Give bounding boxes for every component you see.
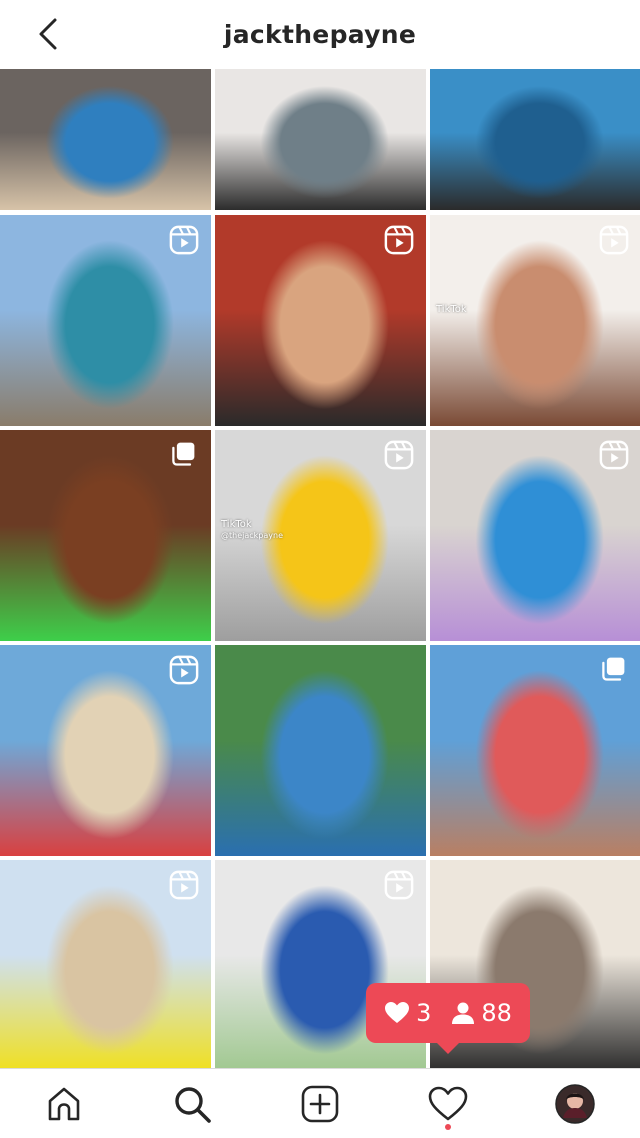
- chevron-left-icon: [39, 18, 57, 50]
- post-thumbnail[interactable]: [0, 430, 211, 641]
- reel-icon: [384, 225, 416, 257]
- bottom-tab-bar: [0, 1068, 640, 1138]
- post-thumbnail[interactable]: TikTok: [430, 215, 640, 426]
- post-image: [430, 69, 640, 210]
- tab-home[interactable]: [42, 1082, 86, 1126]
- post-thumbnail[interactable]: [0, 215, 211, 426]
- reel-icon: [169, 225, 201, 257]
- person-icon: [452, 1002, 475, 1024]
- followers-count: 88: [481, 999, 512, 1027]
- followers-segment: 88: [451, 999, 512, 1027]
- tab-search[interactable]: [170, 1082, 214, 1126]
- post-thumbnail[interactable]: [430, 69, 640, 210]
- home-icon: [48, 1087, 80, 1121]
- post-image: [215, 69, 426, 210]
- avatar: [555, 1084, 595, 1124]
- post-image: [0, 69, 211, 210]
- heart-icon: [385, 1002, 410, 1023]
- post-thumbnail[interactable]: [0, 645, 211, 856]
- post-thumbnail[interactable]: TikTok @thejackpayne: [215, 430, 426, 641]
- reel-icon: [599, 440, 631, 472]
- likes-segment: 3: [384, 999, 431, 1027]
- post-thumbnail[interactable]: [0, 860, 211, 1071]
- profile-username: jackthepayne: [223, 19, 417, 49]
- post-thumbnail[interactable]: [430, 645, 640, 856]
- tab-activity[interactable]: [426, 1082, 470, 1126]
- activity-notification-dot: [445, 1124, 451, 1130]
- top-bar: jackthepayne: [0, 0, 640, 68]
- search-icon: [175, 1087, 211, 1123]
- back-button[interactable]: [28, 14, 68, 54]
- tiktok-handle: @thejackpayne: [221, 530, 283, 540]
- heart-icon: [428, 1086, 468, 1121]
- tiktok-watermark: TikTok: [436, 303, 467, 315]
- reel-icon: [169, 870, 201, 902]
- plus-square-icon: [301, 1085, 339, 1123]
- post-thumbnail[interactable]: [215, 69, 426, 210]
- carousel-icon: [599, 655, 631, 687]
- activity-notification-bubble[interactable]: 3 88: [366, 983, 530, 1043]
- post-image: [215, 645, 426, 856]
- likes-count: 3: [416, 999, 432, 1027]
- tiktok-watermark: TikTok: [221, 518, 252, 530]
- carousel-icon: [169, 440, 201, 472]
- reel-icon: [384, 870, 416, 902]
- reel-icon: [599, 225, 631, 257]
- tab-profile[interactable]: [553, 1082, 597, 1126]
- activity-bubble-pointer: [436, 1042, 460, 1054]
- post-thumbnail[interactable]: [215, 645, 426, 856]
- tab-create[interactable]: [298, 1082, 342, 1126]
- post-thumbnail[interactable]: [215, 215, 426, 426]
- reel-icon: [169, 655, 201, 687]
- reel-icon: [384, 440, 416, 472]
- post-thumbnail[interactable]: [430, 430, 640, 641]
- post-thumbnail[interactable]: [0, 69, 211, 210]
